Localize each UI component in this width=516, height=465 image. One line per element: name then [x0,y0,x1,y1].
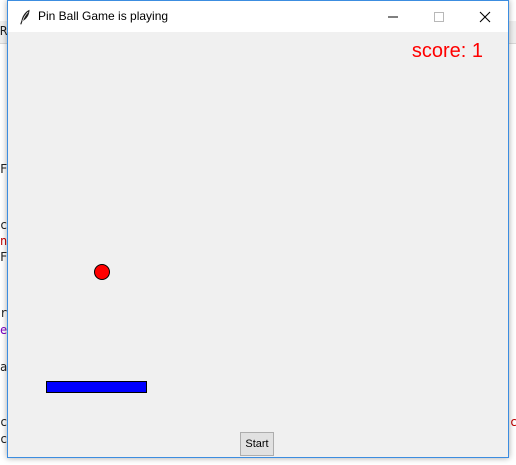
close-button[interactable] [462,1,508,32]
paddle[interactable] [46,381,147,393]
window-title: Pin Ball Game is playing [38,9,169,23]
minimize-icon [388,16,398,18]
close-icon [479,11,491,23]
start-button[interactable]: Start [240,432,274,456]
game-canvas[interactable]: score: 1 Start [8,32,508,457]
ball [94,264,110,280]
title-bar[interactable]: Pin Ball Game is playing [8,1,508,32]
game-window: Pin Ball Game is playing score: 1 Start [7,0,509,458]
minimize-button[interactable] [370,1,416,32]
maximize-button[interactable] [416,1,462,32]
score-label: score: 1 [411,40,483,62]
feather-icon [19,9,31,25]
maximize-icon [434,12,444,22]
background-text-fragment: c [510,415,516,429]
